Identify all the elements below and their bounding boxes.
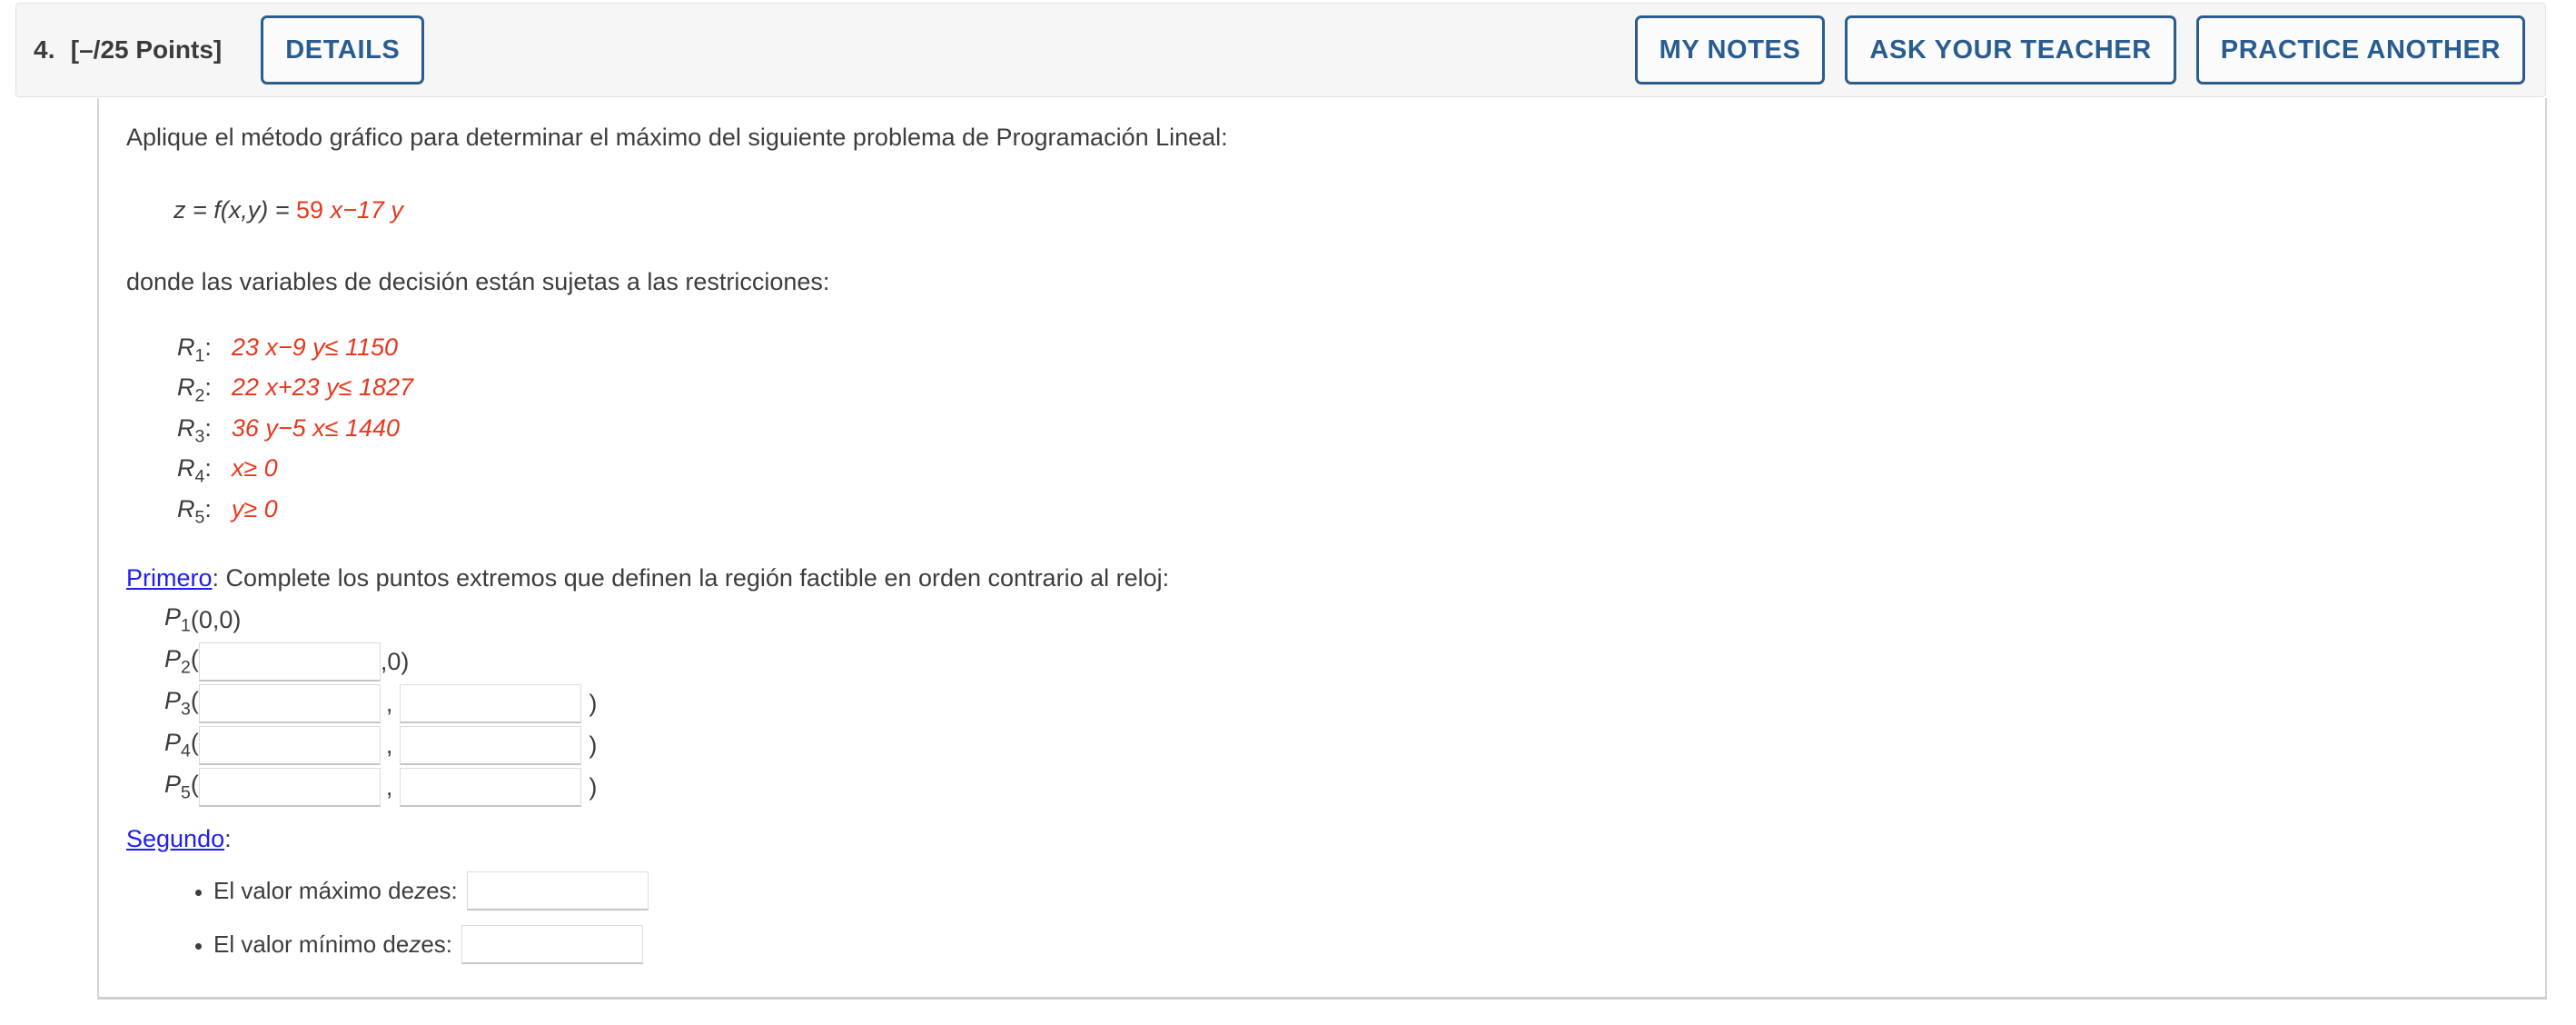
point-p4-separator: , (385, 731, 393, 760)
objective-var-x: x (330, 195, 343, 224)
my-notes-button[interactable]: MY NOTES (1634, 15, 1826, 85)
segundo-line: Segundo: (126, 825, 2545, 853)
question-header: 4. [–/25 Points] DETAILS MY NOTES ASK YO… (15, 3, 2546, 97)
point-p5-y-input[interactable] (400, 768, 582, 808)
question-number: 4. (34, 35, 55, 64)
objective-function: z = f(x,y) = 59 x−17 y (173, 196, 2545, 224)
table-row: R1: 23 x−9 y≤ 1150 (177, 333, 413, 373)
constraint-expr-3: 36 y−5 x≤ 1440 (231, 413, 401, 442)
objective-var-y: y (391, 195, 403, 224)
point-row-p2: P2( ,0) (164, 642, 2545, 683)
point-p4-x-input[interactable] (198, 726, 381, 766)
constraint-label-2: R2: (177, 373, 212, 406)
point-p4-y-input[interactable] (400, 726, 582, 766)
question-points: [–/25 Points] (70, 35, 223, 64)
ask-your-teacher-button[interactable]: ASK YOUR TEACHER (1845, 15, 2176, 85)
primero-link[interactable]: Primero (126, 564, 213, 592)
details-button[interactable]: DETAILS (261, 15, 425, 85)
objective-operator: −17 (342, 195, 391, 224)
point-label-p2: P2( (164, 645, 199, 678)
constraints-intro-text: donde las variables de decisión están su… (126, 267, 830, 295)
point-p2-x-input[interactable] (198, 642, 381, 682)
min-value-input[interactable] (461, 924, 643, 964)
extreme-points-list: P1 (0,0) P2( ,0) P3( , ) P4( ,) P5(,) (164, 600, 2545, 809)
max-value-input[interactable] (466, 871, 649, 911)
objective-lhs: z = f(x,y) = (173, 195, 297, 224)
point-p3-x-input[interactable] (198, 684, 381, 724)
table-row: R5: y≥ 0 (177, 495, 413, 535)
min-value-label-before: El valor mínimo de (213, 930, 410, 959)
constraint-expr-1: 23 x−9 y≤ 1150 (231, 333, 399, 362)
point-p5-separator: , (385, 773, 393, 801)
table-row: R3: 36 y−5 x≤ 1440 (177, 414, 413, 454)
point-p5-close-paren: ) (589, 773, 598, 801)
constraint-expr-4: x≥ 0 (231, 454, 278, 483)
point-row-p5: P5( , ) (164, 767, 2545, 809)
practice-another-button[interactable]: PRACTICE ANOTHER (2195, 15, 2525, 85)
point-row-p3: P3( , ) (164, 683, 2545, 725)
constraint-expr-5: y≥ 0 (231, 494, 278, 522)
segundo-link[interactable]: Segundo (126, 825, 224, 852)
point-row-p1: P1 (0,0) (164, 600, 2545, 642)
segundo-colon: : (224, 824, 232, 852)
constraint-label-5: R5: (177, 494, 212, 528)
point-label-p1: P1 (164, 603, 191, 636)
constraint-label-1: R1: (177, 333, 212, 366)
problem-intro-text: Aplique el método gráfico para determina… (126, 124, 1228, 151)
min-value-variable: z (409, 930, 421, 959)
constraint-expr-2: 22 x+23 y≤ 1827 (231, 373, 414, 402)
max-value-label-before: El valor máximo de (213, 877, 415, 905)
objective-coef-x: 59 (296, 195, 331, 224)
list-item: El valor máximo de z es: (213, 871, 2545, 911)
point-p1-coords: (0,0) (190, 606, 242, 634)
point-row-p4: P4( , ) (164, 725, 2545, 767)
question-page: 4. [–/25 Points] DETAILS MY NOTES ASK YO… (0, 0, 2576, 1025)
min-value-label-after: es: (421, 930, 452, 959)
point-p4-close-paren: ) (589, 731, 598, 760)
max-value-variable: z (414, 877, 427, 905)
point-p3-separator: , (385, 690, 393, 718)
header-actions: MY NOTES ASK YOUR TEACHER PRACTICE ANOTH… (1634, 15, 2525, 85)
table-row: R2: 22 x+23 y≤ 1827 (177, 373, 413, 413)
segundo-answers-list: El valor máximo de z es: El valor mínimo… (126, 871, 2545, 964)
point-p3-y-input[interactable] (400, 684, 582, 724)
point-p5-x-input[interactable] (198, 768, 381, 808)
table-row: R4: x≥ 0 (177, 454, 413, 494)
question-body-panel: Aplique el método gráfico para determina… (97, 98, 2547, 1000)
constraint-label-4: R4: (177, 454, 212, 487)
point-p3-close-paren: ) (589, 690, 598, 718)
list-item: El valor mínimo de z es: (213, 924, 2545, 964)
constraint-label-3: R3: (177, 413, 212, 447)
point-label-p5: P5( (164, 771, 199, 803)
point-p2-suffix: ,0) (380, 648, 410, 676)
primero-line: Primero: Complete los puntos extremos qu… (126, 562, 2545, 594)
max-value-label-after: es: (426, 877, 458, 905)
constraints-table: R1: 23 x−9 y≤ 1150 R2: 22 x+23 y≤ 1827 R… (177, 333, 413, 535)
primero-instruction: : Complete los puntos extremos que defin… (212, 564, 1170, 592)
point-label-p3: P3( (164, 687, 199, 720)
point-label-p4: P4( (164, 729, 199, 761)
